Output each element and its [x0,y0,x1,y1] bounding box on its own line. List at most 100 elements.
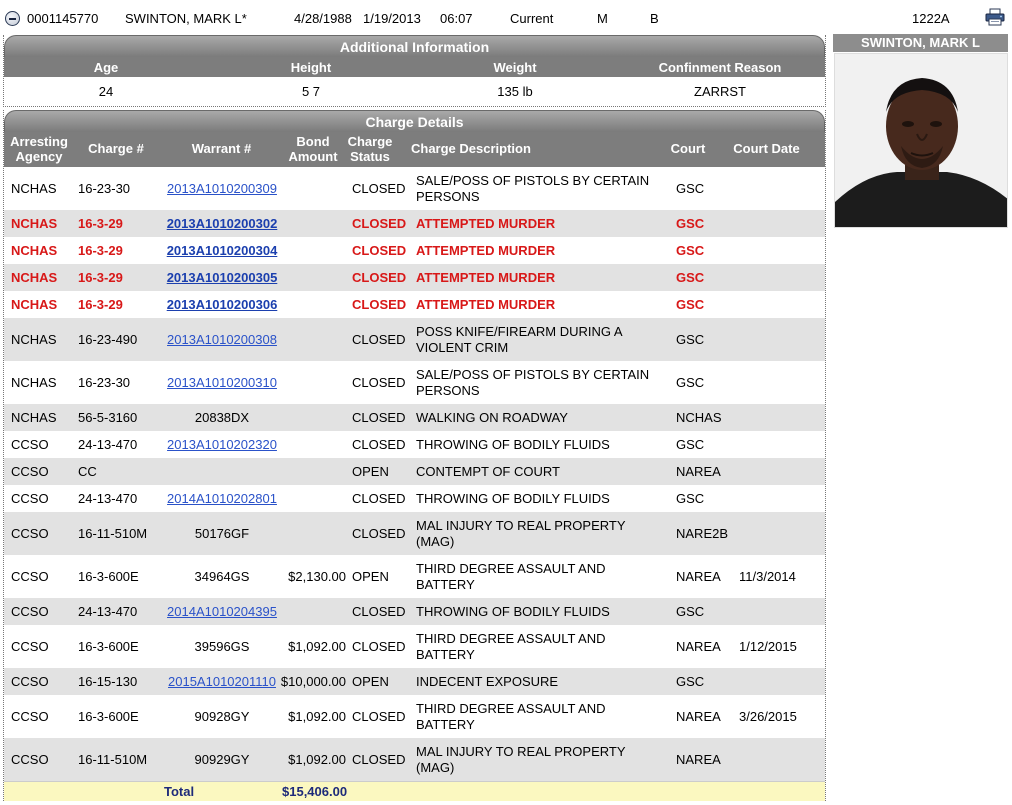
warrant-link[interactable]: 2013A1010200302 [167,216,278,231]
total-row: Total $15,406.00 [4,781,825,801]
arresting-agency-header: Arresting Agency [10,134,68,164]
description-cell: THIRD DEGREE ASSAULT AND BATTERY [416,700,606,732]
warrant-cell: 2014A1010204395 [164,604,280,620]
court-date-cell: 11/3/2014 [739,568,796,584]
table-row: NCHAS 16-23-30 2013A1010200310 CLOSED SALE/P… [4,361,825,404]
agency-cell: NCHAS [11,409,57,425]
agency-cell: NCHAS [11,331,57,347]
agency-cell: CCSO [11,490,49,506]
warrant-cell: 2013A1010200310 [164,375,280,391]
court-cell: GSC [676,215,705,231]
status-cell: CLOSED [352,490,406,506]
court-cell: NAREA [676,638,721,654]
printer-icon[interactable] [985,8,1005,26]
court-cell: NARE2B [676,525,729,541]
table-row: CCSO 16-3-600E 34964GS $2,130.00 OPEN THIRD D… [4,555,825,598]
status-cell: CLOSED [352,331,406,347]
description-cell: THROWING OF BODILY FLUIDS [416,603,610,619]
warrant-link[interactable]: 2013A1010200306 [167,297,278,312]
warrant-cell: 2013A1010200309 [164,181,280,197]
court-cell: GSC [676,180,705,196]
inmate-name: SWINTON, MARK L* [125,11,247,26]
table-row: NCHAS 16-3-29 2013A1010200302 CLOSED ATTEMPT… [4,210,825,237]
status-cell: CLOSED [352,638,406,654]
status-cell: CLOSED [352,269,407,285]
status-cell: OPEN [352,568,389,584]
table-row: CCSO CC OPEN CONTEMPT OF COURT NAREA [4,458,825,485]
weight-value: 135 lb [497,84,533,99]
charge-number-cell: 16-23-30 [78,180,131,196]
warrant-link[interactable]: 2013A1010200309 [167,181,277,196]
additional-information-panel: Additional Information Age Height Weight… [3,35,826,107]
bond-cell: $1,092.00 [288,751,346,767]
warrant-link[interactable]: 2013A1010200305 [167,270,278,285]
charge-number-cell: 16-11-510M [78,525,148,541]
warrant-cell: 50176GF [194,525,250,541]
description-cell: THIRD DEGREE ASSAULT AND BATTERY [416,560,606,592]
court-cell: NAREA [676,708,721,724]
total-bond-amount: $15,406.00 [282,784,348,799]
cell-location: 1222A [912,11,950,26]
collapse-icon[interactable] [5,11,20,26]
agency-cell: CCSO [11,568,49,584]
warrant-cell: 2013A1010200305 [164,270,280,286]
charge-number-cell: 16-3-29 [78,215,123,231]
warrant-cell: 2013A1010200304 [164,243,280,259]
agency-cell: NCHAS [11,296,58,312]
booking-number: 0001145770 [27,11,99,26]
warrant-number-header: Warrant # [191,141,252,156]
charge-details-column-headers: Arresting Agency Charge # Warrant # Bond… [4,132,825,167]
table-row: NCHAS 56-5-3160 20838DX CLOSED WALKING ON RO… [4,404,825,431]
status-cell: CLOSED [352,180,406,196]
description-cell: WALKING ON ROADWAY [416,409,568,425]
court-cell: NAREA [676,751,721,767]
race: B [650,11,659,26]
description-cell: ATTEMPTED MURDER [416,242,556,258]
warrant-link[interactable]: 2013A1010200304 [167,243,278,258]
charge-number-cell: 16-23-30 [78,374,131,390]
warrant-link[interactable]: 2013A1010200310 [167,375,277,390]
table-row: NCHAS 16-3-29 2013A1010200306 CLOSED ATTEMPT… [4,291,825,318]
charge-number-cell: 16-23-490 [78,331,138,347]
table-row: NCHAS 16-3-29 2013A1010200304 CLOSED ATTEMPT… [4,237,825,264]
record-summary-row: 0001145770 SWINTON, MARK L* 4/28/1988 1/… [0,0,1012,34]
bond-amount-header: Bond Amount [288,134,338,164]
agency-cell: CCSO [11,751,49,767]
bond-cell: $1,092.00 [288,708,346,724]
court-cell: GSC [676,296,705,312]
agency-cell: NCHAS [11,269,58,285]
table-row: NCHAS 16-3-29 2013A1010200305 CLOSED ATTEMPT… [4,264,825,291]
charge-number-cell: 24-13-470 [78,603,138,619]
warrant-link[interactable]: 2013A1010202320 [167,437,277,452]
table-row: NCHAS 16-23-30 2013A1010200309 CLOSED SALE/P… [4,167,825,210]
warrant-link[interactable]: 2014A1010204395 [167,604,277,619]
court-cell: GSC [676,490,705,506]
court-header: Court [670,141,706,156]
description-cell: SALE/POSS OF PISTOLS BY CERTAIN PERSONS [416,172,650,204]
description-cell: ATTEMPTED MURDER [416,215,556,231]
warrant-link[interactable]: 2015A1010201110 [168,674,276,689]
table-row: NCHAS 16-23-490 2013A1010200308 CLOSED POSS … [4,318,825,361]
status-cell: CLOSED [352,242,407,258]
table-row: CCSO 16-3-600E 90928GY $1,092.00 CLOSED THIRD… [4,695,825,738]
table-row: CCSO 16-3-600E 39596GS $1,092.00 CLOSED THIRD… [4,625,825,668]
warrant-cell: 39596GS [194,638,250,654]
description-cell: ATTEMPTED MURDER [416,269,556,285]
date-of-birth: 4/28/1988 [294,11,352,26]
agency-cell: CCSO [11,638,49,654]
age-value: 24 [98,84,114,99]
agency-cell: NCHAS [11,215,58,231]
warrant-link[interactable]: 2013A1010200308 [167,332,277,347]
warrant-link[interactable]: 2014A1010202801 [167,491,277,506]
bond-cell: $1,092.00 [288,638,346,654]
warrant-cell: 20838DX [194,409,250,425]
description-cell: MAL INJURY TO REAL PROPERTY (MAG) [416,517,626,549]
charge-status-header: Charge Status [347,134,393,164]
total-label: Total [164,784,195,799]
height-header: Height [290,60,332,75]
description-cell: THROWING OF BODILY FLUIDS [416,436,610,452]
bond-cell: $2,130.00 [288,568,346,584]
age-header: Age [93,60,119,75]
description-cell: THIRD DEGREE ASSAULT AND BATTERY [416,630,606,662]
charge-number-cell: 56-5-3160 [78,409,138,425]
